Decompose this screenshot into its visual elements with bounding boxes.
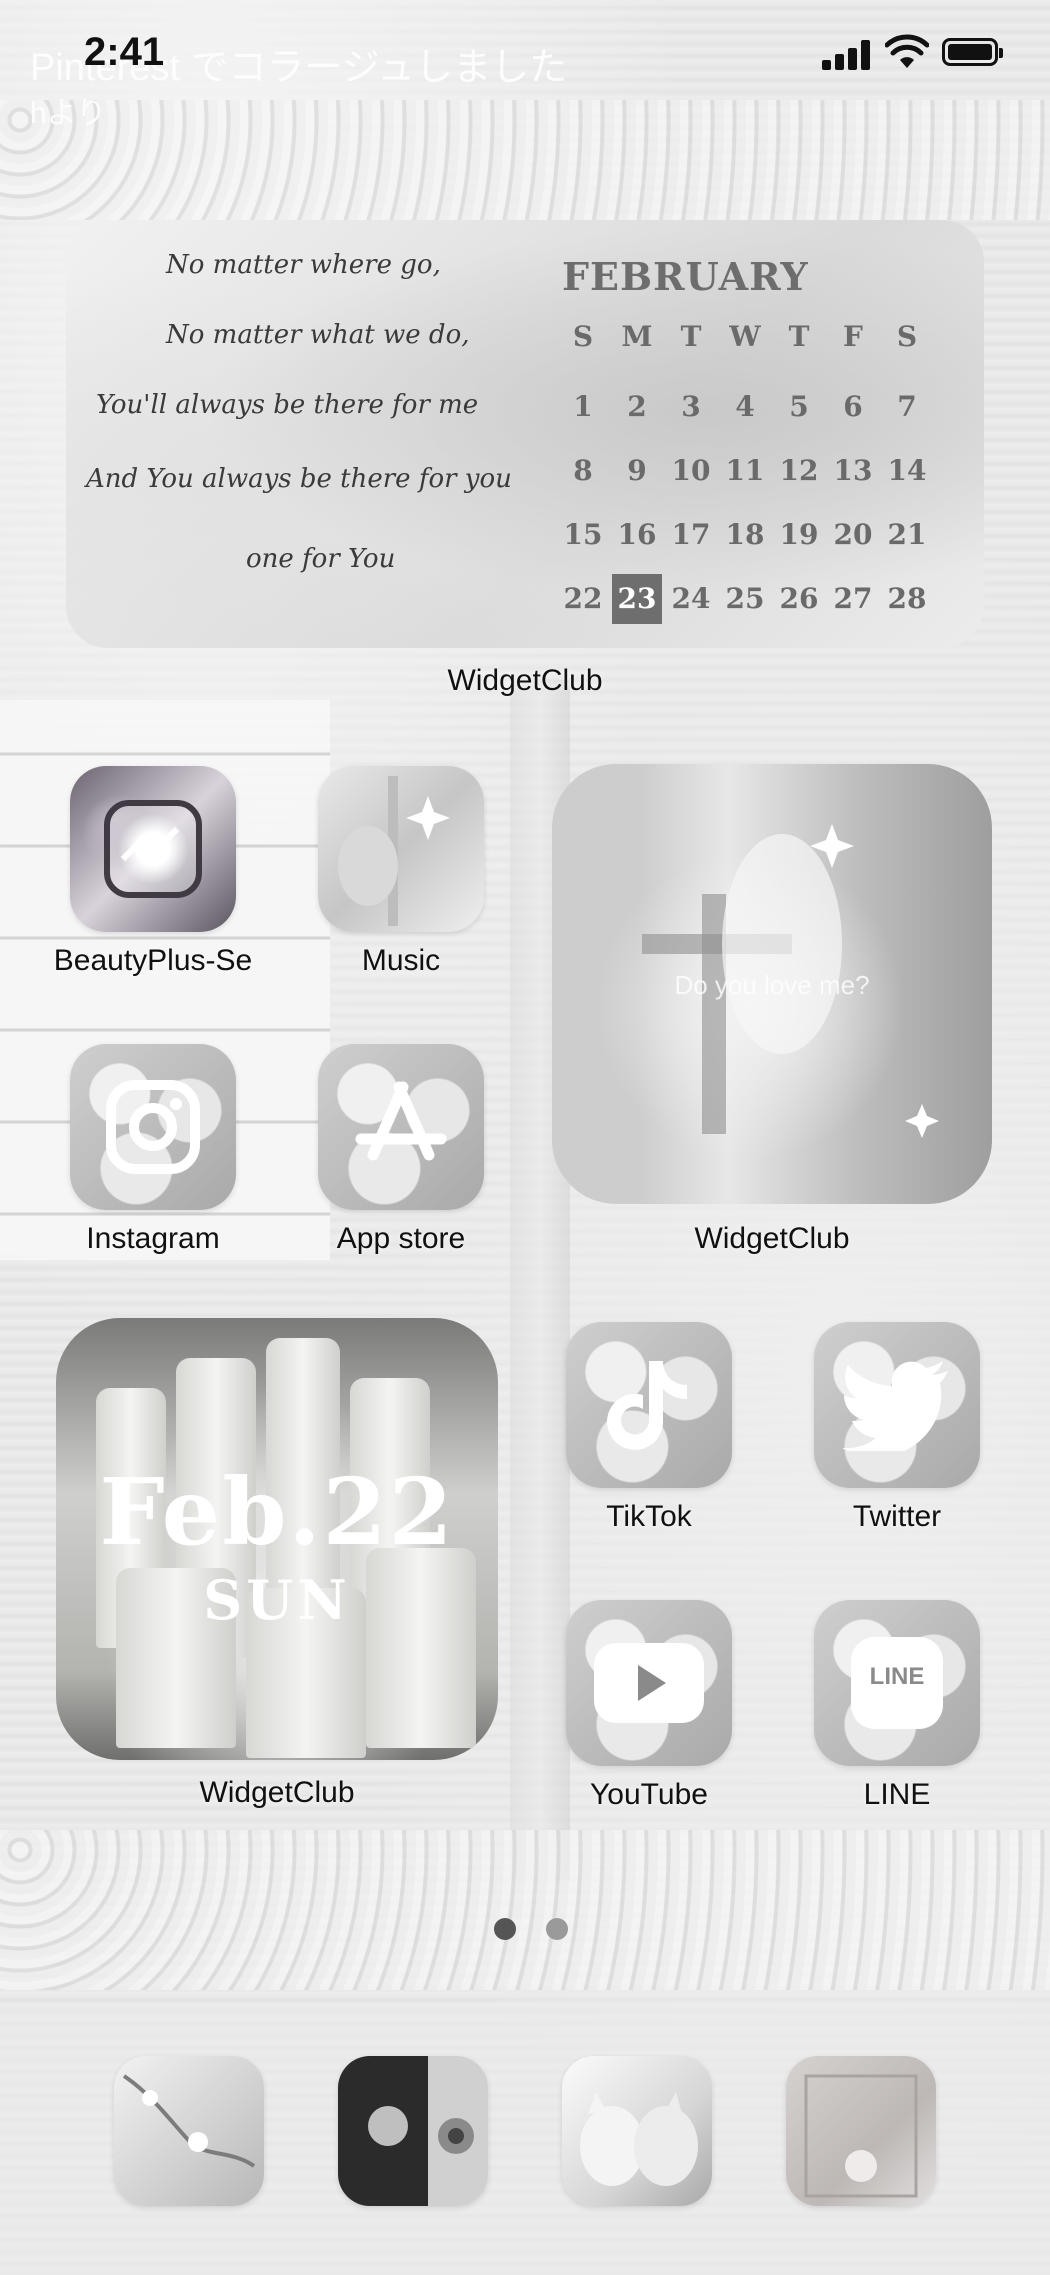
calendar-day: 10	[671, 454, 711, 487]
clock-time: 2:41	[84, 30, 165, 74]
weekday-label: S	[896, 320, 918, 353]
app-label-music: Music	[361, 944, 441, 977]
youtube-play-icon	[566, 1600, 732, 1766]
tiktok-icon	[566, 1322, 732, 1488]
calendar-widget[interactable]: No matter where go, No matter what we do…	[66, 220, 984, 648]
calendar-day: 1	[573, 390, 593, 423]
crystal-cube-icon	[70, 766, 236, 932]
photo-widget[interactable]: Do you love me?	[552, 764, 992, 1204]
candle-widget-day: SUN	[203, 1568, 351, 1632]
script-line: No matter where go,	[166, 250, 441, 280]
calendar-widget-label: WidgetClub	[447, 664, 603, 697]
twitter-bird-icon	[814, 1322, 980, 1488]
chandelier-photo-icon[interactable]	[786, 2056, 936, 2206]
app-label-tiktok: TikTok	[606, 1500, 692, 1533]
kittens-photo-icon[interactable]	[562, 2056, 712, 2206]
photo-overlay-text: Do you love me?	[674, 970, 870, 1000]
weekday-label: S	[572, 320, 594, 353]
weekday-label: F	[843, 320, 863, 353]
calendar-day: 18	[725, 518, 765, 551]
candle-widget-label: WidgetClub	[199, 1776, 355, 1809]
calendar-day: 7	[897, 390, 917, 423]
weekday-label: M	[621, 320, 653, 353]
app-label-line: LINE	[863, 1778, 931, 1811]
calendar-day: 12	[779, 454, 819, 487]
calendar-day: 5	[789, 390, 809, 423]
calendar-day: 20	[833, 518, 873, 551]
calendar-day: 6	[843, 390, 863, 423]
candle-widget-date: Feb.22	[99, 1458, 455, 1566]
flower-branch-photo-icon[interactable]	[114, 2056, 264, 2206]
app-label-twitter: Twitter	[852, 1500, 942, 1533]
calendar-month: FEBRUARY	[562, 254, 809, 299]
app-app-store[interactable]	[318, 1044, 484, 1210]
calendar-day: 22	[563, 582, 603, 615]
dock	[0, 2010, 1050, 2275]
calendar-day: 26	[779, 582, 819, 615]
script-line: No matter what we do,	[166, 320, 470, 350]
lace-bottom-background	[0, 1830, 1050, 1990]
calendar-day: 24	[671, 582, 711, 615]
cellular-signal-icon	[822, 38, 872, 70]
weekday-label: T	[788, 320, 810, 353]
script-line: You'll always be there for me	[96, 390, 479, 420]
app-label-app-store: App store	[336, 1222, 466, 1255]
app-line[interactable]: LINE	[814, 1600, 980, 1766]
app-youtube[interactable]	[566, 1600, 732, 1766]
calendar-day-today: 23	[612, 574, 662, 624]
battery-icon	[942, 38, 1003, 66]
instagram-icon	[70, 1044, 236, 1210]
status-bar: Pinterest でコラージュしました hより 2:41	[0, 0, 1050, 130]
calendar-day: 15	[563, 518, 603, 551]
app-store-icon	[318, 1044, 484, 1210]
calendar-day: 21	[887, 518, 927, 551]
line-badge-text: LINE	[869, 1663, 925, 1690]
calendar-day: 19	[779, 518, 819, 551]
candle-widget[interactable]: Feb.22 SUN	[56, 1318, 498, 1760]
calendar-day: 13	[833, 454, 873, 487]
app-instagram[interactable]	[70, 1044, 236, 1210]
calendar-day: 9	[627, 454, 647, 487]
app-beautyplus[interactable]	[70, 766, 236, 932]
app-tiktok[interactable]	[566, 1322, 732, 1488]
calendar-day: 16	[617, 518, 657, 551]
calendar-day: 8	[573, 454, 593, 487]
line-icon: LINE	[814, 1600, 980, 1766]
app-twitter[interactable]	[814, 1322, 980, 1488]
camera-photo-icon[interactable]	[338, 2056, 488, 2206]
notification-subtitle[interactable]: hより	[30, 88, 106, 132]
photo-icon	[318, 766, 484, 932]
page-dot-active	[494, 1918, 516, 1940]
calendar-day: 25	[725, 582, 765, 615]
calendar-day: 28	[887, 582, 927, 615]
app-label-instagram: Instagram	[86, 1222, 220, 1255]
battery-fill	[948, 44, 992, 60]
calendar-day: 14	[887, 454, 927, 487]
photo-widget-label: WidgetClub	[694, 1222, 850, 1255]
calendar-day: 3	[681, 390, 701, 423]
wifi-icon	[885, 34, 929, 68]
app-label-youtube: YouTube	[590, 1778, 708, 1811]
weekday-label: T	[680, 320, 702, 353]
page-dot	[546, 1918, 568, 1940]
calendar-day: 17	[671, 518, 711, 551]
weekday-label: W	[729, 320, 761, 353]
app-label-beautyplus: BeautyPlus-Se	[53, 944, 253, 977]
calendar-day: 27	[833, 582, 873, 615]
calendar-day: 4	[735, 390, 755, 423]
app-music[interactable]	[318, 766, 484, 932]
script-line: And You always be there for you	[86, 464, 512, 494]
calendar-day: 11	[725, 454, 765, 487]
calendar-day: 2	[627, 390, 647, 423]
